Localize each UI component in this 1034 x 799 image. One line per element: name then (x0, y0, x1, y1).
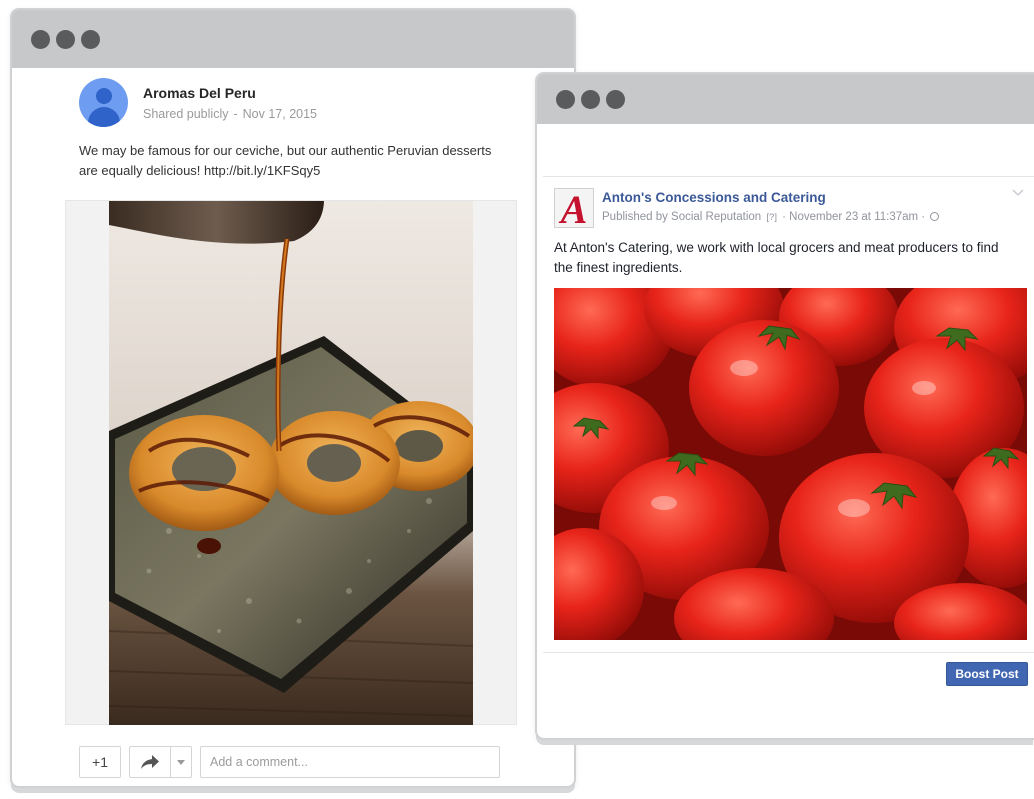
dessert-photo[interactable] (109, 201, 473, 725)
post-date[interactable]: Nov 17, 2015 (243, 107, 317, 121)
post-subline: Shared publicly - Nov 17, 2015 (143, 106, 317, 122)
window-dot-icon[interactable] (31, 29, 50, 49)
window-title-bar (12, 10, 574, 68)
window-dot-icon[interactable] (556, 89, 575, 109)
avatar-person-icon (95, 88, 112, 104)
author-name[interactable]: Aromas Del Peru (143, 84, 317, 102)
post-timestamp[interactable]: · November 23 at 11:37am · (782, 211, 925, 223)
fb-post: A Anton's Concessions and Catering Publi… (554, 188, 1028, 640)
avatar[interactable] (79, 78, 128, 127)
share-options-button[interactable] (171, 747, 191, 777)
help-icon[interactable]: [?] (766, 212, 777, 223)
globe-icon (930, 212, 940, 221)
post-text: We may be famous for our ceviche, but ou… (79, 143, 492, 178)
divider (543, 176, 1034, 177)
post-media[interactable] (65, 200, 517, 725)
tomatoes-photo[interactable] (554, 288, 1027, 640)
page-name[interactable]: Anton's Concessions and Catering (602, 189, 939, 207)
divider (543, 652, 1034, 653)
post-subline: Published by Social Reputation [?] · Nov… (602, 209, 940, 226)
window-dot-icon[interactable] (581, 89, 600, 109)
facebook-window: A Anton's Concessions and Catering Publi… (535, 72, 1034, 740)
page-logo[interactable]: A (554, 188, 594, 228)
caret-down-icon (177, 759, 185, 765)
plus-one-button[interactable]: +1 (79, 746, 121, 778)
boost-post-button[interactable]: Boost Post (946, 662, 1028, 686)
share-button[interactable] (130, 747, 171, 777)
window-dot-icon[interactable] (606, 89, 625, 109)
window-dot-icon[interactable] (56, 29, 75, 49)
visibility-label[interactable]: Shared publicly (143, 107, 228, 121)
svg-text:A: A (558, 188, 588, 228)
comment-input[interactable] (200, 746, 500, 778)
separator: - (233, 106, 238, 121)
post-text: At Anton's Catering, we work with local … (554, 240, 999, 275)
window-title-bar (537, 74, 1034, 124)
post-header: Aromas Del Peru Shared publicly - Nov 17, … (79, 78, 317, 127)
window-dot-icon[interactable] (81, 29, 100, 49)
chevron-down-icon[interactable] (1012, 188, 1024, 198)
share-arrow-icon (141, 755, 159, 769)
published-by[interactable]: Published by Social Reputation (602, 211, 761, 223)
post-meta: Aromas Del Peru Shared publicly - Nov 17, … (143, 84, 317, 122)
post-actions: +1 (79, 746, 500, 778)
page-logo-letter: A (558, 188, 588, 228)
gplus-window: Aromas Del Peru Shared publicly - Nov 17, … (10, 8, 576, 788)
share-control (129, 746, 192, 778)
fb-post-header: A Anton's Concessions and Catering Publi… (554, 188, 1028, 228)
